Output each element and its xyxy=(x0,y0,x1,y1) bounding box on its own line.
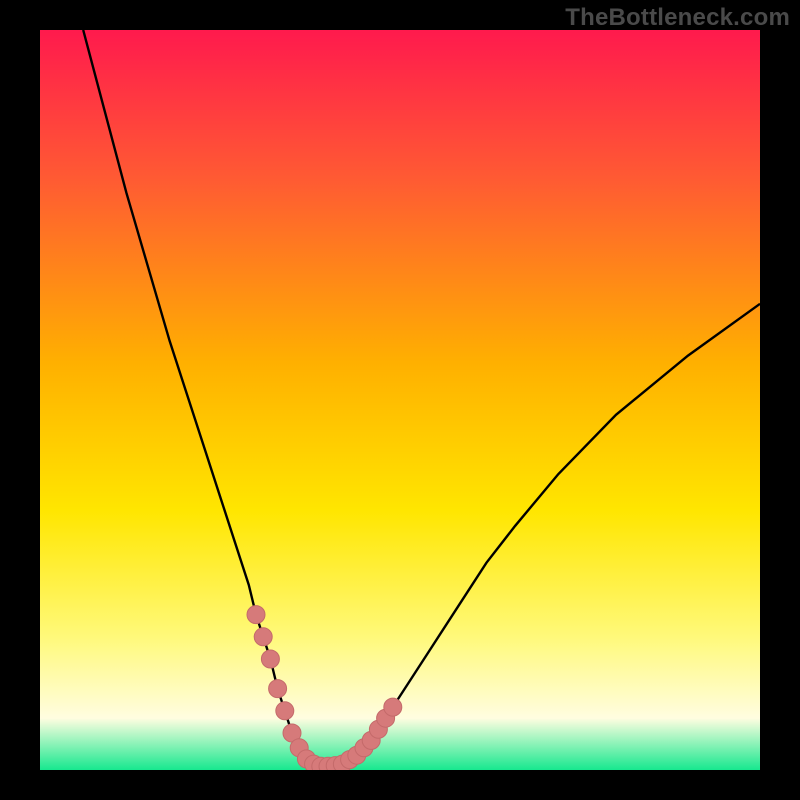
curve-marker xyxy=(384,698,402,716)
plot-area xyxy=(40,30,760,770)
curve-marker xyxy=(276,702,294,720)
curve-marker xyxy=(261,650,279,668)
gradient-background xyxy=(40,30,760,770)
curve-marker xyxy=(269,680,287,698)
bottleneck-chart xyxy=(40,30,760,770)
watermark-text: TheBottleneck.com xyxy=(565,4,790,32)
curve-marker xyxy=(247,606,265,624)
chart-container: TheBottleneck.com xyxy=(0,0,800,800)
curve-marker xyxy=(254,628,272,646)
